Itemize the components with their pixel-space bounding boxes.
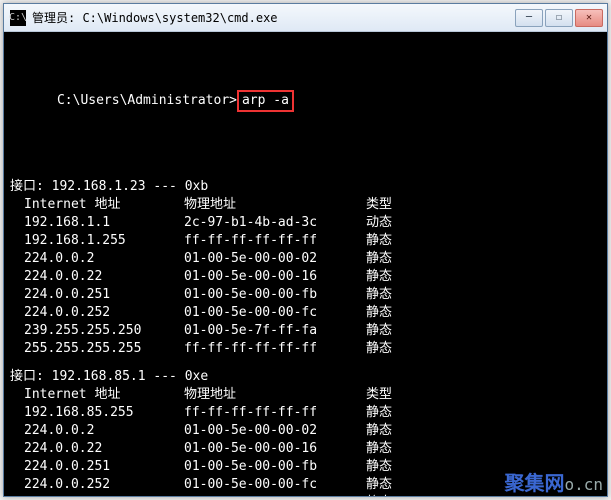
interface-header: 接口: 192.168.1.23 --- 0xb: [10, 178, 601, 196]
maximize-button[interactable]: ☐: [545, 9, 573, 27]
arp-row: 224.0.0.2201-00-5e-00-00-16静态: [10, 268, 601, 286]
arp-mac: 2c-97-b1-4b-ad-3c: [184, 214, 366, 232]
arp-type: 静态: [366, 458, 426, 476]
cmd-window: C:\ 管理员: C:\Windows\system32\cmd.exe ─ ☐…: [3, 3, 608, 497]
arp-row: 239.255.255.25001-00-5e-7f-ff-fa静态: [10, 322, 601, 340]
arp-type: 动态: [366, 214, 426, 232]
col-header-type: 类型: [366, 386, 426, 404]
window-title: 管理员: C:\Windows\system32\cmd.exe: [32, 9, 515, 26]
arp-mac: ff-ff-ff-ff-ff-ff: [184, 340, 366, 358]
col-header-ip: Internet 地址: [10, 196, 184, 214]
arp-ip: 239.255.255.250: [10, 322, 184, 340]
arp-mac: 01-00-5e-00-00-fb: [184, 458, 366, 476]
close-button[interactable]: ✕: [575, 9, 603, 27]
arp-type: 静态: [366, 476, 426, 494]
arp-ip: 239.255.255.250: [10, 494, 184, 496]
interface-header: 接口: 192.168.85.1 --- 0xe: [10, 368, 601, 386]
arp-mac: 01-00-5e-00-00-16: [184, 268, 366, 286]
arp-row: 192.168.85.255ff-ff-ff-ff-ff-ff静态: [10, 404, 601, 422]
arp-type: 静态: [366, 250, 426, 268]
arp-ip: 224.0.0.22: [10, 268, 184, 286]
col-header-type: 类型: [366, 196, 426, 214]
window-buttons: ─ ☐ ✕: [515, 9, 603, 27]
arp-row: 224.0.0.25201-00-5e-00-00-fc静态: [10, 476, 601, 494]
arp-table: 接口: 192.168.1.23 --- 0xbInternet 地址物理地址类…: [10, 178, 601, 496]
arp-row: 224.0.0.25101-00-5e-00-00-fb静态: [10, 286, 601, 304]
arp-type: 静态: [366, 304, 426, 322]
arp-row: 224.0.0.25101-00-5e-00-00-fb静态: [10, 458, 601, 476]
minimize-button[interactable]: ─: [515, 9, 543, 27]
column-header-row: Internet 地址物理地址类型: [10, 386, 601, 404]
arp-mac: 01-00-5e-00-00-02: [184, 250, 366, 268]
arp-row: 224.0.0.201-00-5e-00-00-02静态: [10, 250, 601, 268]
arp-type: 静态: [366, 322, 426, 340]
command-highlight: arp -a: [237, 90, 294, 112]
arp-mac: 01-00-5e-7f-ff-fa: [184, 494, 366, 496]
arp-ip: 192.168.1.1: [10, 214, 184, 232]
arp-ip: 224.0.0.2: [10, 422, 184, 440]
terminal-output[interactable]: C:\Users\Administrator>arp -a 接口: 192.16…: [4, 32, 607, 496]
arp-ip: 224.0.0.22: [10, 440, 184, 458]
arp-type: 静态: [366, 268, 426, 286]
arp-mac: 01-00-5e-7f-ff-fa: [184, 322, 366, 340]
col-header-mac: 物理地址: [184, 386, 366, 404]
arp-type: 静态: [366, 404, 426, 422]
arp-ip: 224.0.0.2: [10, 250, 184, 268]
arp-row: 192.168.1.12c-97-b1-4b-ad-3c动态: [10, 214, 601, 232]
arp-type: 静态: [366, 286, 426, 304]
arp-ip: 255.255.255.255: [10, 340, 184, 358]
cmd-icon: C:\: [10, 10, 26, 26]
col-header-mac: 物理地址: [184, 196, 366, 214]
arp-type: 静态: [366, 232, 426, 250]
arp-type: 静态: [366, 422, 426, 440]
arp-ip: 224.0.0.252: [10, 304, 184, 322]
arp-mac: 01-00-5e-00-00-16: [184, 440, 366, 458]
arp-type: 静态: [366, 340, 426, 358]
titlebar[interactable]: C:\ 管理员: C:\Windows\system32\cmd.exe ─ ☐…: [4, 4, 607, 32]
arp-row: 255.255.255.255ff-ff-ff-ff-ff-ff静态: [10, 340, 601, 358]
arp-mac: 01-00-5e-00-00-02: [184, 422, 366, 440]
prompt: C:\Users\Administrator>: [57, 93, 237, 108]
arp-ip: 192.168.85.255: [10, 404, 184, 422]
col-header-ip: Internet 地址: [10, 386, 184, 404]
arp-mac: 01-00-5e-00-00-fc: [184, 304, 366, 322]
column-header-row: Internet 地址物理地址类型: [10, 196, 601, 214]
arp-row: 224.0.0.2201-00-5e-00-00-16静态: [10, 440, 601, 458]
arp-type: 静态: [366, 440, 426, 458]
arp-row: 239.255.255.25001-00-5e-7f-ff-fa静态: [10, 494, 601, 496]
arp-mac: ff-ff-ff-ff-ff-ff: [184, 232, 366, 250]
arp-row: 192.168.1.255ff-ff-ff-ff-ff-ff静态: [10, 232, 601, 250]
arp-mac: 01-00-5e-00-00-fc: [184, 476, 366, 494]
arp-ip: 224.0.0.252: [10, 476, 184, 494]
arp-type: 静态: [366, 494, 426, 496]
arp-ip: 224.0.0.251: [10, 458, 184, 476]
arp-row: 224.0.0.201-00-5e-00-00-02静态: [10, 422, 601, 440]
arp-ip: 192.168.1.255: [10, 232, 184, 250]
arp-mac: ff-ff-ff-ff-ff-ff: [184, 404, 366, 422]
arp-ip: 224.0.0.251: [10, 286, 184, 304]
arp-row: 224.0.0.25201-00-5e-00-00-fc静态: [10, 304, 601, 322]
arp-mac: 01-00-5e-00-00-fb: [184, 286, 366, 304]
